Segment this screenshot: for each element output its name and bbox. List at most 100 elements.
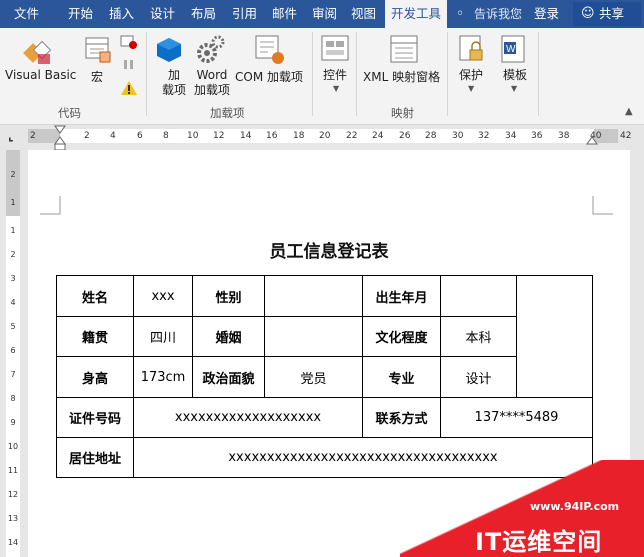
macro-icon [85,37,111,63]
margin-corner-mark [592,196,613,215]
tab-references[interactable]: 引用 [232,0,257,28]
tab-review[interactable]: 审阅 [312,0,337,28]
macro-button[interactable]: 宏 [91,68,103,85]
vertical-ruler-tick: 1 [10,198,16,207]
indent-marker-icon[interactable] [54,125,66,151]
visual-basic-button[interactable]: Visual Basic [5,68,76,82]
login-link[interactable]: 登录 [534,0,559,28]
ribbon: Visual Basic 宏 代码 加 载项 Word 加载项 COM 加载项 … [0,28,644,125]
xml-mapping-pane-button[interactable]: XML 映射窗格 [363,68,440,85]
tell-me-box[interactable]: 告诉我您 [474,0,522,28]
table-cell[interactable]: 籍贯 [56,316,134,357]
margin-corner-mark [40,196,61,215]
info-table[interactable]: 姓名 xxx 性别 出生年月 籍贯 四川 婚姻 文化程度 本科 身高 173cm… [56,275,593,478]
vertical-ruler-tick: 13 [7,514,19,523]
table-cell[interactable]: 173cm [133,356,193,398]
document-title[interactable]: 员工信息登记表 [28,237,630,262]
vertical-ruler-tick: 5 [10,322,16,331]
table-cell[interactable]: 身高 [56,356,134,398]
vertical-ruler-tick: 8 [10,394,16,403]
table-cell[interactable]: 联系方式 [362,397,441,438]
com-add-ins-button[interactable]: COM 加载项 [235,68,303,85]
ruler-tick: 2 [30,131,36,141]
visual-basic-icon [23,40,52,64]
vertical-ruler-tick: 10 [7,442,19,451]
photo-cell[interactable] [516,275,593,398]
ruler-tick: 10 [187,131,199,141]
table-cell[interactable]: 居住地址 [56,437,134,478]
group-divider [538,32,539,116]
ruler-tick: 28 [425,131,437,141]
vertical-ruler[interactable]: 2 1 1 2 3 4 5 6 7 8 9 10 11 12 13 14 [6,150,20,557]
pause-recording-icon[interactable] [120,58,138,72]
tab-developer[interactable]: 开发工具 [385,0,448,28]
group-divider [447,32,448,116]
svg-text:W: W [506,44,516,55]
controls-button[interactable]: 控件 [323,66,347,83]
ruler-tick: 20 [319,131,331,141]
table-cell[interactable]: 设计 [440,356,517,398]
table-cell[interactable]: 137****5489 [440,397,593,438]
vertical-ruler-tick: 2 [10,250,16,259]
table-cell[interactable]: 政治面貌 [192,356,265,398]
tab-file[interactable]: 文件 [14,0,39,28]
vertical-ruler-tick: 9 [10,418,16,427]
table-cell[interactable]: 证件号码 [56,397,134,438]
group-divider [146,32,147,116]
watermark-url: www.94IP.com [530,500,620,513]
vertical-ruler-tick: 14 [7,538,19,547]
vertical-ruler-tick: 3 [10,274,16,283]
ruler-tick: 22 [346,131,358,141]
protect-dropdown-icon[interactable]: ▼ [468,84,474,93]
ruler-tick: 30 [452,131,464,141]
add-ins-button[interactable]: 加 载项 [162,68,186,98]
table-cell[interactable]: 婚姻 [192,316,265,357]
table-cell[interactable]: 本科 [440,316,517,357]
tab-design[interactable]: 设计 [150,0,175,28]
table-cell[interactable]: 出生年月 [362,275,441,317]
share-label: 共享 [599,6,625,21]
controls-dropdown-icon[interactable]: ▼ [333,84,339,93]
menu-bar: 文件 开始 插入 设计 布局 引用 邮件 审阅 视图 开发工具 ◦ 告诉我您 登… [0,0,644,28]
template-dropdown-icon[interactable]: ▼ [511,84,517,93]
table-cell[interactable]: xxxxxxxxxxxxxxxxxxx [133,397,363,438]
table-cell[interactable]: 专业 [362,356,441,398]
table-cell[interactable]: xxx [133,275,193,317]
right-indent-marker-icon[interactable] [586,136,598,148]
vertical-ruler-tick: 6 [10,346,16,355]
controls-icon [321,35,349,61]
xml-mapping-icon [390,35,418,63]
table-cell[interactable]: 姓名 [56,275,134,317]
ruler-tick: 16 [266,131,278,141]
tab-layout[interactable]: 布局 [191,0,216,28]
add-ins-icon [157,38,181,62]
record-macro-icon[interactable] [120,34,138,50]
table-cell[interactable]: 党员 [264,356,363,398]
ruler-tick: 8 [163,131,169,141]
ruler-tick: 38 [558,131,570,141]
com-add-ins-icon [255,35,284,64]
table-cell[interactable]: 文化程度 [362,316,441,357]
word-add-ins-button[interactable]: Word 加载项 [194,68,230,98]
protect-button[interactable]: 保护 [459,66,483,83]
table-cell[interactable] [264,275,363,317]
tab-mailings[interactable]: 邮件 [272,0,297,28]
tab-insert[interactable]: 插入 [109,0,134,28]
watermark-logo-text: IT运维空间 [475,528,603,556]
table-cell[interactable] [264,316,363,357]
ruler-tick: 2 [84,131,90,141]
table-cell[interactable]: 性别 [192,275,265,317]
group-label-code: 代码 [58,106,81,120]
vertical-ruler-tick: 2 [10,170,16,179]
vertical-ruler-tick: 12 [7,490,19,499]
tab-view[interactable]: 视图 [351,0,376,28]
group-label-add-ins: 加载项 [210,106,245,120]
macro-security-icon[interactable] [120,80,138,96]
tab-home[interactable]: 开始 [68,0,93,28]
share-button[interactable]: ☺ 共享 [573,2,641,26]
table-cell[interactable] [440,275,517,317]
table-row: 身高 173cm 政治面貌 党员 专业 设计 [56,356,593,398]
collapse-ribbon-icon[interactable]: ▲ [625,106,633,117]
table-cell[interactable]: 四川 [133,316,193,357]
template-button[interactable]: 模板 [503,66,527,83]
